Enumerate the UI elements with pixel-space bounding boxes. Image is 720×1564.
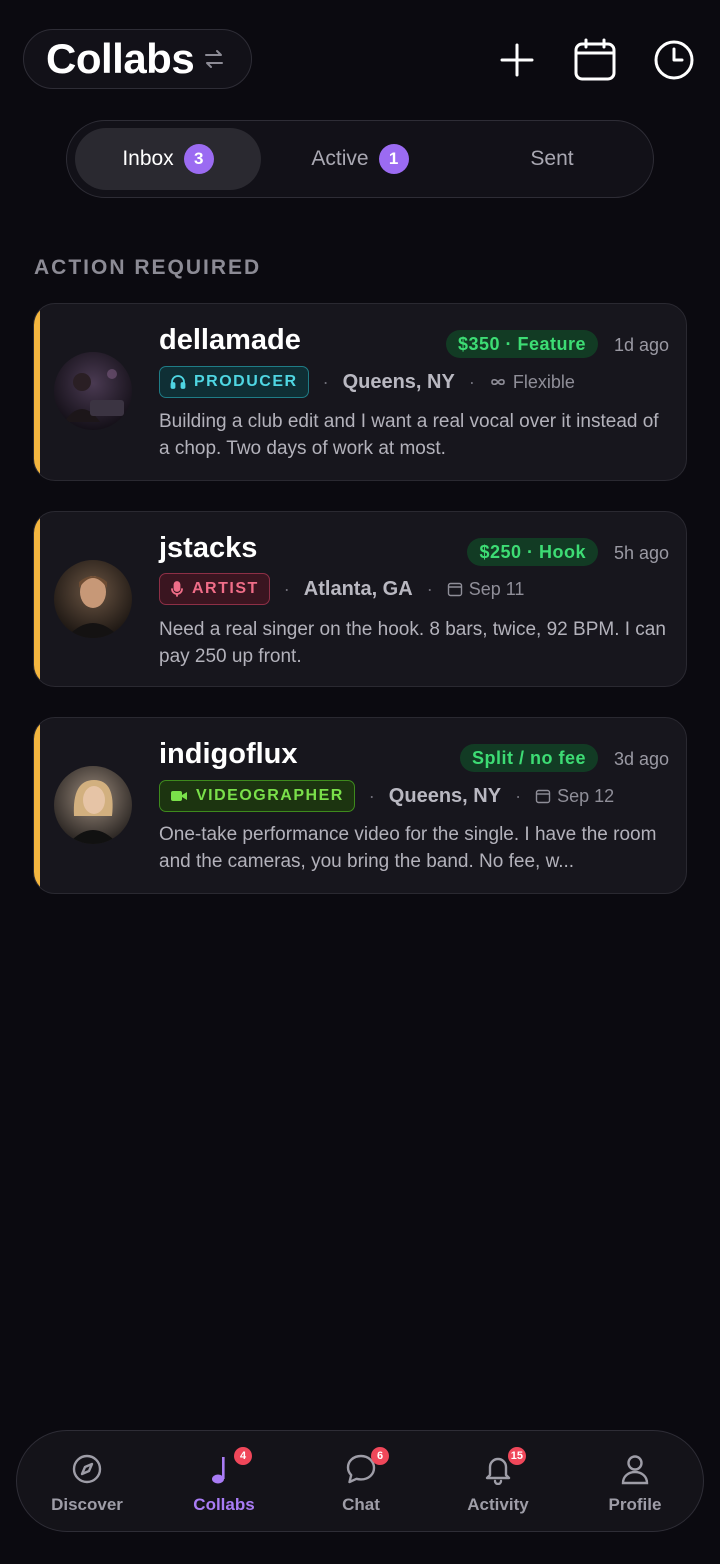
separator-dot: · — [322, 371, 329, 392]
plus-icon — [500, 43, 534, 77]
calendar-icon — [535, 789, 551, 804]
nav-label: Activity — [467, 1495, 529, 1514]
swap-icon — [202, 47, 226, 71]
avatar — [54, 766, 132, 844]
avatar — [54, 560, 132, 638]
location: Queens, NY — [388, 784, 502, 807]
timing-label: Sep 11 — [468, 578, 525, 599]
nav-collabs[interactable]: 4 Collabs — [156, 1431, 292, 1531]
collab-tabs: Inbox 3 Active 1 Sent — [66, 120, 654, 198]
section-heading: ACTION REQUIRED — [34, 256, 262, 279]
separator-dot: · — [283, 578, 290, 599]
request-meta: VIDEOGRAPHER · Queens, NY · Sep 12 — [159, 779, 614, 813]
request-message: Building a club edit and I want a real v… — [159, 411, 659, 459]
activity-badge: 15 — [507, 1447, 526, 1465]
tab-active[interactable]: Active 1 — [267, 128, 453, 190]
username[interactable]: indigoflux — [159, 738, 298, 771]
request-message: One-take performance video for the singl… — [159, 824, 657, 872]
infinity-icon — [491, 378, 505, 386]
role-badge: ARTIST — [159, 573, 270, 605]
microphone-icon — [171, 581, 183, 597]
clock-icon — [654, 40, 694, 80]
video-camera-icon — [171, 791, 187, 801]
timing: Flexible — [489, 372, 575, 393]
chat-bubble-icon: 6 — [343, 1447, 389, 1487]
role-badge: PRODUCER — [159, 366, 309, 398]
username[interactable]: jstacks — [159, 532, 257, 565]
active-count-badge: 1 — [378, 144, 409, 174]
timestamp: 5h ago — [613, 543, 669, 563]
compass-icon — [69, 1451, 105, 1487]
bottom-nav: Discover 4 Collabs 6 Chat 15 Activity Pr… — [16, 1430, 704, 1532]
tab-inbox-label: Inbox — [122, 147, 174, 170]
location: Queens, NY — [342, 370, 455, 393]
fee-badge: $250 · Hook — [467, 538, 598, 566]
user-icon — [617, 1451, 653, 1487]
history-button[interactable] — [650, 36, 698, 84]
music-note-icon: 4 — [206, 1447, 252, 1487]
nav-label: Chat — [342, 1495, 380, 1514]
request-meta: PRODUCER · Queens, NY · Flexible — [159, 365, 575, 399]
role-label: VIDEOGRAPHER — [196, 787, 344, 804]
collab-request-card[interactable]: jstacks $250 · Hook 5h ago ARTIST · Atla… — [33, 511, 687, 687]
collab-request-card[interactable]: indigoflux Split / no fee 3d ago VIDEOGR… — [33, 717, 687, 894]
separator-dot: · — [426, 578, 433, 599]
nav-activity[interactable]: 15 Activity — [430, 1431, 566, 1531]
timestamp: 1d ago — [613, 335, 669, 355]
calendar-icon — [447, 582, 462, 597]
bell-icon: 15 — [480, 1447, 526, 1487]
collabs-title-switcher[interactable]: Collabs — [23, 29, 252, 89]
timing-label: Sep 12 — [557, 785, 615, 806]
timing: Sep 12 — [535, 786, 614, 807]
request-message: Need a real singer on the hook. 8 bars, … — [159, 619, 666, 667]
timestamp: 3d ago — [613, 749, 669, 769]
calendar-button[interactable] — [571, 36, 619, 84]
chat-badge: 6 — [371, 1447, 389, 1465]
separator-dot: · — [468, 371, 475, 392]
nav-profile[interactable]: Profile — [567, 1431, 703, 1531]
timing-label: Flexible — [512, 371, 575, 392]
page-title: Collabs — [46, 35, 195, 82]
nav-chat[interactable]: 6 Chat — [293, 1431, 429, 1531]
nav-discover[interactable]: Discover — [19, 1431, 155, 1531]
new-collab-button[interactable] — [493, 36, 541, 84]
collab-request-card[interactable]: dellamade $350 · Feature 1d ago PRODUCER… — [33, 303, 687, 481]
calendar-icon — [574, 38, 616, 81]
nav-label: Profile — [608, 1495, 662, 1514]
role-label: PRODUCER — [194, 373, 298, 390]
nav-label: Discover — [51, 1495, 123, 1514]
tab-sent[interactable]: Sent — [459, 128, 645, 190]
location: Atlanta, GA — [303, 577, 413, 600]
tab-inbox[interactable]: Inbox 3 — [75, 128, 261, 190]
username[interactable]: dellamade — [159, 324, 301, 357]
inbox-count-badge: 3 — [183, 144, 214, 174]
collabs-badge: 4 — [234, 1447, 252, 1465]
nav-label: Collabs — [193, 1495, 255, 1514]
separator-dot: · — [515, 785, 522, 806]
timing: Sep 11 — [447, 578, 525, 600]
headphones-icon — [170, 375, 186, 389]
role-badge: VIDEOGRAPHER — [159, 780, 355, 812]
avatar — [54, 352, 132, 430]
tab-sent-label: Sent — [530, 147, 574, 170]
role-label: ARTIST — [192, 580, 259, 597]
fee-badge: Split / no fee — [459, 744, 598, 772]
fee-badge: $350 · Feature — [445, 330, 598, 358]
tab-active-label: Active — [311, 147, 369, 170]
separator-dot: · — [368, 785, 375, 806]
request-meta: ARTIST · Atlanta, GA · Sep 11 — [159, 572, 524, 606]
